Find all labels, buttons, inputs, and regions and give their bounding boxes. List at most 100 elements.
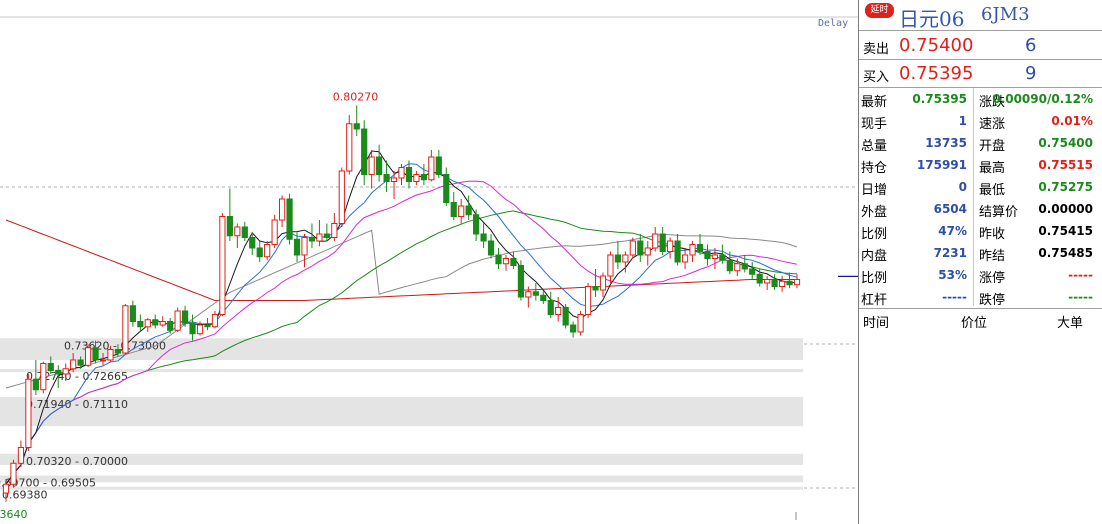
stat-label: 现手 <box>861 117 888 132</box>
stat-label: 最新 <box>861 95 888 110</box>
candle-body <box>32 378 39 391</box>
stats-row: 持仓 175991 最高 0.75515 <box>859 154 1102 176</box>
stat-label: 外盘 <box>861 205 888 220</box>
stats-row: 最新 0.75395 涨跌 0.00090/0.12% <box>859 88 1102 110</box>
stats-row: 总量 13735 开盘 0.75400 <box>859 132 1102 154</box>
candle-body <box>562 307 569 326</box>
candle-body <box>167 321 174 331</box>
quote-panel: 延时 日元06 6JM3 卖出 0.75400 6 买入 0.75395 9 最… <box>858 0 1102 524</box>
candle-body <box>234 226 241 237</box>
candle-body <box>17 447 25 464</box>
stat-label: 日增 <box>861 183 888 198</box>
candle-body <box>189 322 196 335</box>
quote-header: 延时 日元06 6JM3 <box>859 0 1102 31</box>
stat-label: 内盘 <box>861 249 888 264</box>
candle-body <box>428 156 435 181</box>
instrument-code: 6JM3 <box>981 4 1030 25</box>
stat-value: 7231 <box>933 246 967 260</box>
candle-body <box>144 319 151 328</box>
kline-svg[interactable]: 0.73620 - 0.730000.72740 - 0.726650.7194… <box>0 0 858 524</box>
candle-body <box>547 300 554 315</box>
stat-value: 0.01% <box>1051 114 1093 128</box>
candle-body <box>293 238 301 256</box>
candle-body <box>487 240 495 256</box>
sell-price: 0.75400 <box>899 35 974 56</box>
candle-body <box>137 321 144 328</box>
stat-label: 涨停 <box>979 271 1006 286</box>
stat-label: 跌停 <box>979 293 1006 308</box>
candle-body <box>637 240 644 256</box>
candle-body <box>570 324 577 333</box>
candle-body <box>10 462 17 485</box>
candle-body <box>510 258 517 266</box>
candle-body <box>771 279 778 287</box>
candle-body <box>473 214 480 235</box>
support-zone <box>0 475 803 483</box>
candle-body <box>323 233 330 238</box>
stat-value: ----- <box>1068 268 1093 282</box>
candle-body <box>114 349 122 354</box>
candle-body <box>346 123 353 172</box>
stat-label: 速涨 <box>979 117 1006 132</box>
candle-body <box>480 233 487 242</box>
stat-value: 13735 <box>925 136 967 150</box>
buy-row[interactable]: 买入 0.75395 9 <box>859 60 1102 88</box>
kline-chart[interactable]: 0.73620 - 0.73000 0.72740 - 0.72665 0.7194… <box>0 0 858 524</box>
ticks-price-header: 价位 <box>961 316 988 331</box>
stats-row: 比例 47% 昨收 0.75415 <box>859 220 1102 242</box>
candle-body <box>368 156 375 175</box>
stat-value: 175991 <box>916 158 967 172</box>
stat-label: 开盘 <box>979 139 1006 154</box>
candle-body <box>390 177 398 182</box>
candle-body <box>40 363 47 391</box>
candle-body <box>159 321 166 326</box>
candle-body <box>152 319 159 326</box>
candle-body <box>122 305 129 354</box>
candle-body <box>353 123 360 130</box>
candle-body <box>196 324 204 335</box>
sell-row[interactable]: 卖出 0.75400 6 <box>859 32 1102 60</box>
stats-row: 日增 0 最低 0.75275 <box>859 176 1102 198</box>
candle-body <box>435 156 442 175</box>
divider <box>859 308 1102 309</box>
stat-value: 0.75485 <box>1038 246 1093 260</box>
candle-body <box>450 202 457 217</box>
candle-body <box>764 279 771 284</box>
candle-body <box>592 286 599 291</box>
candle-body <box>398 167 405 179</box>
candle-body <box>77 359 84 366</box>
stats-row: 内盘 7231 昨结 0.75485 <box>859 242 1102 264</box>
candle-body <box>331 223 338 238</box>
stat-value: 53% <box>938 268 967 282</box>
candle-body <box>555 307 562 315</box>
candle-body <box>726 259 733 272</box>
candle-body <box>70 359 77 370</box>
candle-body <box>420 174 427 181</box>
candle-body <box>55 370 62 375</box>
candle-body <box>25 378 32 448</box>
zone-label: 0.70320 - 0.70000 <box>26 455 128 468</box>
candle-body <box>584 286 592 315</box>
delay-badge: 延时 <box>865 3 894 18</box>
candle-body <box>540 294 547 301</box>
candle-body <box>741 263 748 270</box>
candle-body <box>211 314 219 328</box>
stat-label: 比例 <box>861 271 888 286</box>
candle-body <box>219 216 226 315</box>
stat-value: 0 <box>958 180 967 194</box>
stats-row: 杠杆 ----- 跌停 ----- <box>859 286 1102 308</box>
stat-value: 0.75415 <box>1038 224 1093 238</box>
candle-body <box>286 198 293 240</box>
candle-body <box>405 167 413 182</box>
candle-body <box>264 244 271 258</box>
stat-label: 结算价 <box>979 205 1019 220</box>
candle-body <box>734 263 741 272</box>
candle-body <box>107 349 114 361</box>
candle-body <box>793 279 801 286</box>
candle-body <box>495 254 502 265</box>
stat-label: 总量 <box>861 139 888 154</box>
stat-label: 最低 <box>979 183 1006 198</box>
candle-body <box>614 254 622 263</box>
buy-label: 买入 <box>863 70 890 85</box>
instrument-name: 日元06 <box>899 7 965 31</box>
